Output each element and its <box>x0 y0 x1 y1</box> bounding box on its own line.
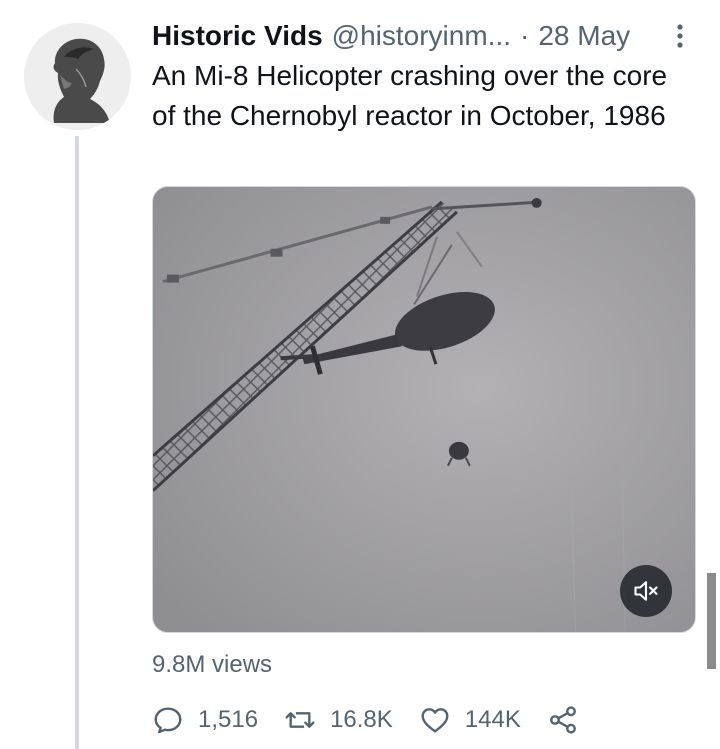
share-icon <box>549 706 576 734</box>
more-options-button[interactable] <box>668 20 692 52</box>
action-bar: 1,516 16.8K 144K <box>152 700 605 740</box>
thread-line <box>75 136 79 749</box>
retweet-icon <box>285 712 315 728</box>
tweet-header: Historic Vids @historyinm... · 28 May <box>152 16 630 56</box>
like-icon <box>421 708 449 733</box>
like-button[interactable]: 144K <box>419 704 521 736</box>
video-player[interactable] <box>152 186 696 633</box>
display-name[interactable]: Historic Vids <box>152 16 323 56</box>
reply-count: 1,516 <box>198 706 259 733</box>
tweet-text: An Mi-8 Helicopter crashing over the cor… <box>152 60 668 131</box>
handle[interactable]: @historyinm... <box>332 16 511 56</box>
unmute-button[interactable] <box>620 565 672 617</box>
mute-icon <box>634 581 658 601</box>
reply-button[interactable]: 1,516 <box>152 704 258 736</box>
more-icon <box>677 24 683 48</box>
retweet-button[interactable]: 16.8K <box>284 704 393 736</box>
like-count: 144K <box>464 706 521 733</box>
avatar-portrait <box>24 23 131 130</box>
separator-dot: · <box>520 20 530 51</box>
avatar[interactable] <box>24 23 131 130</box>
retweet-count: 16.8K <box>330 706 393 733</box>
video-frame <box>153 187 695 632</box>
view-count: 9.8M views <box>152 651 273 678</box>
share-button[interactable] <box>547 704 579 736</box>
timestamp[interactable]: 28 May <box>538 16 630 56</box>
scrollbar-thumb[interactable] <box>707 573 716 669</box>
reply-icon <box>154 707 182 734</box>
tweet[interactable]: Historic Vids @historyinm... · 28 May An… <box>0 0 720 749</box>
